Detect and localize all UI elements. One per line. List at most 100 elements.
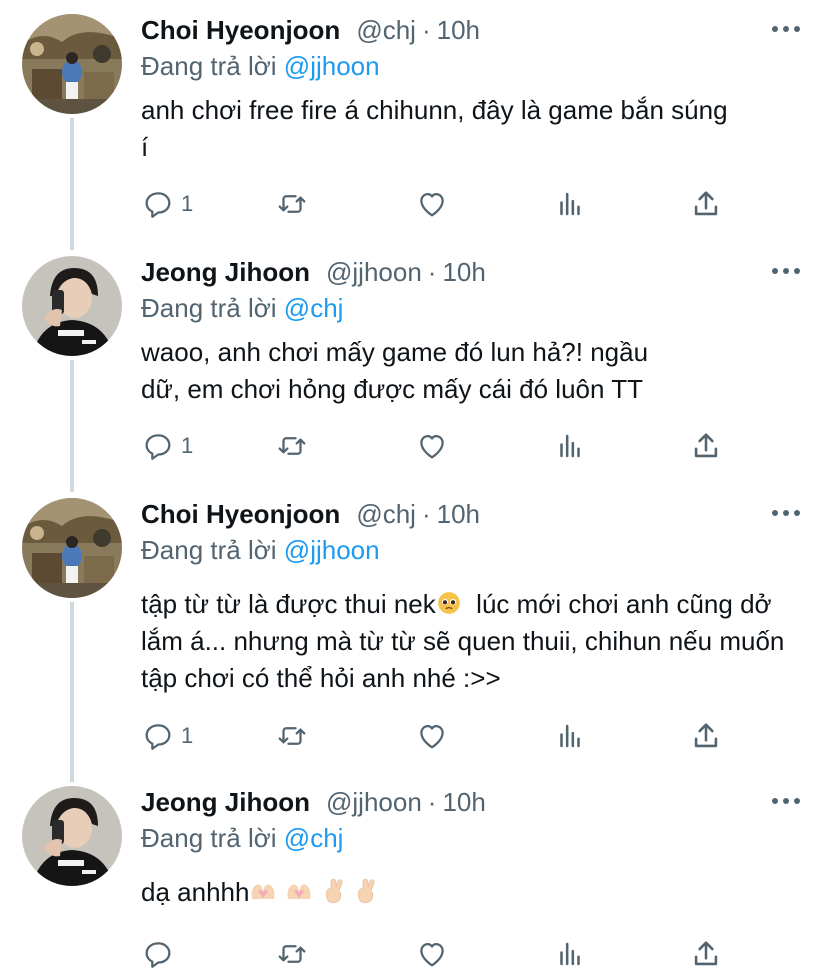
- reply-mention-link[interactable]: @jjhoon: [284, 535, 380, 565]
- replying-to: Đang trả lời @chj: [141, 820, 343, 856]
- tweet-actions: 1: [141, 184, 741, 224]
- avatar[interactable]: [22, 498, 122, 598]
- avatar[interactable]: [22, 256, 122, 356]
- more-dots-icon[interactable]: [772, 798, 800, 806]
- share-button[interactable]: [689, 934, 723, 974]
- retweet-icon: [278, 195, 306, 213]
- retweet-button[interactable]: [275, 934, 309, 974]
- views-button[interactable]: [553, 934, 587, 974]
- avatar[interactable]: [22, 786, 122, 886]
- like-button[interactable]: [415, 934, 449, 974]
- retweet-button[interactable]: [275, 716, 309, 756]
- reply-button[interactable]: 1: [141, 184, 193, 224]
- views-button[interactable]: [553, 184, 587, 224]
- crossed-fingers-emoji: [326, 878, 343, 904]
- heart-icon: [420, 434, 444, 459]
- tweet-text: tập từ từ là được thui nek lúc mới chơi …: [141, 586, 801, 697]
- heart-hands-emoji: [251, 884, 275, 899]
- display-name[interactable]: Jeong Jihoon: [141, 254, 310, 290]
- more-dots-icon[interactable]: [772, 268, 800, 276]
- speech-bubble-icon: [145, 434, 171, 460]
- more-dots-icon[interactable]: [772, 26, 800, 34]
- user-handle[interactable]: @chj: [356, 12, 416, 48]
- separator-dot: ·: [421, 499, 431, 529]
- like-button[interactable]: [415, 426, 449, 466]
- reply-button[interactable]: 1: [141, 426, 193, 466]
- tweet-text: waoo, anh chơi mấy game đó lun hả?! ngầu…: [141, 337, 656, 404]
- reply-prefix: Đang trả lời: [141, 51, 277, 81]
- reply-count: 1: [181, 191, 194, 216]
- views-button[interactable]: [553, 426, 587, 466]
- conversation-thread: Choi Hyeonjoon @chj · 10h Đang trả lời @…: [0, 0, 828, 975]
- display-name[interactable]: Choi Hyeonjoon: [141, 496, 340, 532]
- retweet-icon: [278, 437, 306, 455]
- share-upload-icon: [694, 941, 718, 966]
- retweet-button[interactable]: [275, 184, 309, 224]
- avatar-photo-choi: [22, 498, 122, 598]
- reply-button[interactable]: [141, 934, 181, 974]
- tweet[interactable]: Jeong Jihoon @jjhoon · 10h Đang trả lời …: [0, 784, 828, 975]
- speech-bubble-icon: [145, 942, 171, 968]
- avatar[interactable]: [22, 14, 122, 114]
- separator-dot: ·: [427, 257, 437, 287]
- retweet-icon: [278, 945, 306, 963]
- replying-to: Đang trả lời @jjhoon: [141, 48, 380, 84]
- tweet-actions: 1: [141, 716, 741, 756]
- timestamp[interactable]: 10h: [437, 496, 480, 532]
- share-upload-icon: [694, 191, 718, 216]
- replying-to: Đang trả lời @chj: [141, 290, 343, 326]
- tweet-header: Jeong Jihoon @jjhoon · 10h: [141, 254, 486, 290]
- bar-chart-icon: [560, 942, 580, 966]
- tweet-text-part: tập từ từ là được thui nek: [141, 589, 436, 619]
- avatar-photo-jeong: [22, 786, 122, 886]
- reply-button[interactable]: 1: [141, 716, 193, 756]
- heart-icon: [420, 942, 444, 967]
- reply-prefix: Đang trả lời: [141, 823, 277, 853]
- replying-to: Đang trả lời @jjhoon: [141, 532, 380, 568]
- tweet-text: anh chơi free fire á chihunn, đây là gam…: [141, 95, 735, 162]
- share-button[interactable]: [689, 716, 723, 756]
- tweet[interactable]: Choi Hyeonjoon @chj · 10h Đang trả lời @…: [0, 12, 828, 252]
- tweet-header: Jeong Jihoon @jjhoon · 10h: [141, 784, 486, 820]
- user-handle[interactable]: @jjhoon: [326, 784, 422, 820]
- user-handle[interactable]: @chj: [356, 496, 416, 532]
- speech-bubble-icon: [145, 192, 171, 218]
- pleading-face-emoji: [437, 592, 460, 614]
- like-button[interactable]: [415, 184, 449, 224]
- bar-chart-icon: [560, 724, 580, 748]
- reply-count: 1: [181, 723, 194, 748]
- share-upload-icon: [694, 723, 718, 748]
- retweet-button[interactable]: [275, 426, 309, 466]
- reply-count: 1: [181, 433, 194, 458]
- like-button[interactable]: [415, 716, 449, 756]
- user-handle[interactable]: @jjhoon: [326, 254, 422, 290]
- heart-hands-emoji: [287, 884, 311, 899]
- avatar-photo-jeong: [22, 256, 122, 356]
- speech-bubble-icon: [145, 724, 171, 750]
- share-upload-icon: [694, 433, 718, 458]
- crossed-fingers-emoji: [358, 878, 375, 904]
- tweet-text: dạ anhhh: [141, 874, 741, 911]
- display-name[interactable]: Jeong Jihoon: [141, 784, 310, 820]
- bar-chart-icon: [560, 192, 580, 216]
- share-button[interactable]: [689, 426, 723, 466]
- reply-prefix: Đang trả lời: [141, 293, 277, 323]
- reply-mention-link[interactable]: @jjhoon: [284, 51, 380, 81]
- avatar-photo-choi: [22, 14, 122, 114]
- timestamp[interactable]: 10h: [442, 784, 485, 820]
- tweet[interactable]: Jeong Jihoon @jjhoon · 10h Đang trả lời …: [0, 254, 828, 494]
- timestamp[interactable]: 10h: [442, 254, 485, 290]
- reply-mention-link[interactable]: @chj: [284, 823, 344, 853]
- separator-dot: ·: [421, 15, 431, 45]
- views-button[interactable]: [553, 716, 587, 756]
- tweet-text-part: dạ anhhh: [141, 877, 250, 907]
- more-dots-icon[interactable]: [772, 510, 800, 518]
- bar-chart-icon: [560, 434, 580, 458]
- reply-mention-link[interactable]: @chj: [284, 293, 344, 323]
- separator-dot: ·: [427, 787, 437, 817]
- tweet-actions: [141, 934, 741, 974]
- display-name[interactable]: Choi Hyeonjoon: [141, 12, 340, 48]
- tweet[interactable]: Choi Hyeonjoon @chj · 10h Đang trả lời @…: [0, 496, 828, 782]
- timestamp[interactable]: 10h: [437, 12, 480, 48]
- share-button[interactable]: [689, 184, 723, 224]
